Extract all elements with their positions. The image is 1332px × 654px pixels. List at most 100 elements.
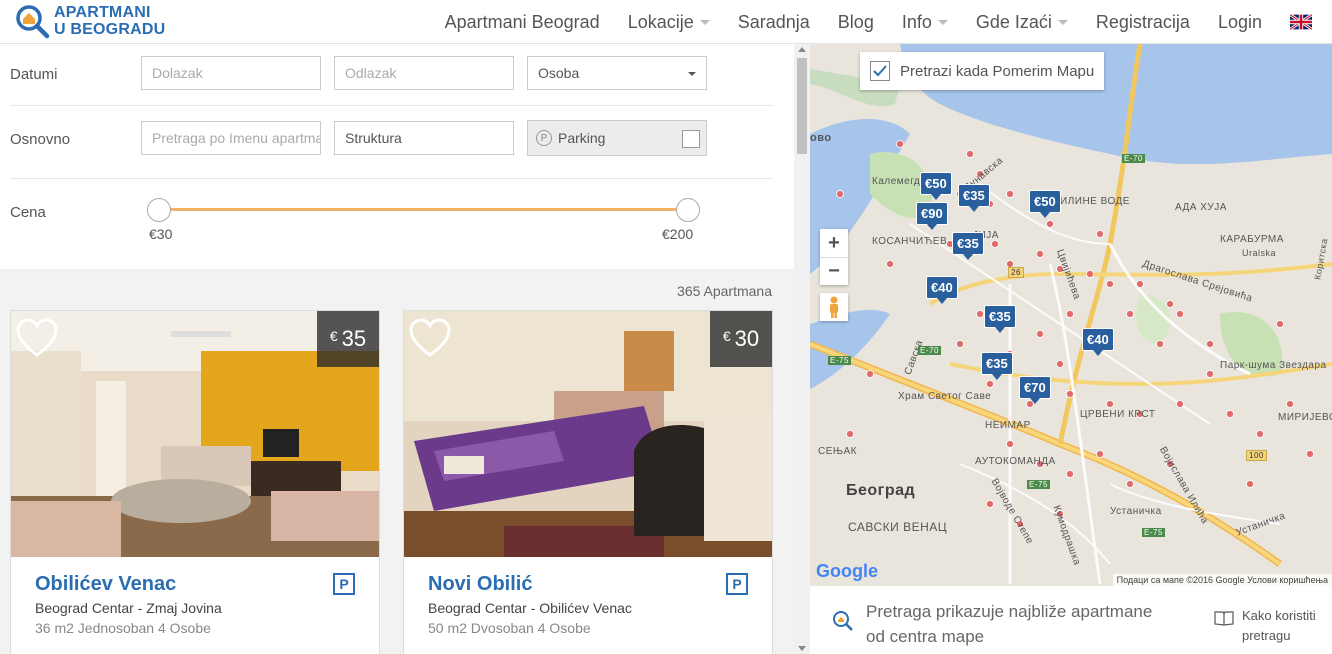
map-price-marker[interactable]: €50 [920,172,952,200]
nav-blog[interactable]: Blog [838,12,874,33]
parking-filter[interactable]: P Parking [527,120,707,156]
apartment-photo[interactable]: € 30 [404,311,772,557]
price-min-value: €30 [149,226,173,242]
price-tag: € 35 [317,311,379,367]
move-search-label: Pretrazi kada Pomerim Mapu [900,62,1095,80]
google-logo-text: Google [816,561,878,581]
nav-info[interactable]: Info [902,12,948,33]
nav-saradnja[interactable]: Saradnja [738,12,810,33]
nav-login[interactable]: Login [1218,12,1262,33]
map-info-bar: Pretraga prikazuje najbliže apartmane od… [810,586,1332,654]
search-location-icon [832,610,854,632]
price-value: 30 [734,326,760,351]
apartment-photo[interactable]: € 35 [11,311,379,557]
map-city-label: Београд [846,482,916,499]
apartment-title[interactable]: Obilićev Venac [35,573,176,596]
guests-select[interactable]: Osoba [527,56,707,90]
price-label: Cena [10,204,46,221]
street-view-pegman-icon[interactable] [820,293,848,321]
road-shield: 100 [1246,450,1267,461]
map-price-marker[interactable]: €35 [984,305,1016,333]
move-search-toggle[interactable]: Pretrazi kada Pomerim Mapu [860,52,1105,90]
site-header: APARTMANI U BEOGRADU Apartmani Beograd L… [0,0,1332,44]
uk-flag-icon[interactable] [1290,14,1312,30]
dates-label: Datumi [10,66,58,83]
departure-date-input[interactable]: Odlazak [334,56,514,90]
scroll-down-arrow-icon[interactable] [798,646,806,651]
scroll-thumb[interactable] [797,58,807,154]
price-currency: € [722,328,731,344]
apartment-card[interactable]: € 35 Obilićev Venac P Beograd Centar - Z… [10,310,380,654]
apartment-title[interactable]: Novi Obilić [428,573,532,596]
map-label: Uralska [1242,248,1277,258]
parking-checkbox[interactable] [682,130,700,148]
highway-shield: E-75 [828,356,851,365]
name-search-input[interactable]: Pretraga po Imenu apartmana [141,121,321,155]
nav-apartmani-beograd[interactable]: Apartmani Beograd [445,12,600,33]
map-price-marker[interactable]: €70 [1019,376,1051,404]
price-slider-max-handle[interactable] [676,198,700,222]
parking-label: Parking [558,130,606,146]
road-shield: 26 [1008,267,1024,278]
nav-label: Lokacije [627,11,694,32]
map-label: Храм Светог Саве [898,391,992,402]
map-zoom-controls: + − [820,229,848,285]
apartment-location: Beograd Centar - Obilićev Venac [428,600,632,616]
main-nav: Apartmani Beograd Lokacije Saradnja Blog… [445,0,1332,44]
nav-lokacije[interactable]: Lokacije [628,12,710,33]
map-view[interactable]: Pretrazi kada Pomerim Mapu + − Калемегд … [810,44,1332,586]
move-search-checkbox[interactable] [870,61,890,81]
map-price-marker[interactable]: €40 [1082,328,1114,356]
search-panel: Datumi Dolazak Odlazak Osoba Osnovno Pre… [0,44,794,654]
favorite-heart-icon[interactable] [408,317,452,361]
map-price-marker[interactable]: €40 [926,276,958,304]
book-icon [1214,610,1234,626]
nav-label: Gde Izaći [975,11,1052,32]
map-price-marker[interactable]: €35 [958,184,990,212]
map-background [810,44,1332,586]
map-price-marker[interactable]: €35 [952,232,984,260]
price-currency: € [329,328,338,344]
logo-magnifier-icon [14,3,50,39]
help-line2: pretragu [1242,628,1291,643]
map-label: ово [810,132,832,144]
basic-label: Osnovno [10,131,71,148]
map-price-marker[interactable]: €90 [916,202,948,230]
highway-shield: E-75 [1142,528,1165,537]
apartment-meta: 36 m2 Jednosoban 4 Osobe [35,620,211,636]
search-help-link[interactable]: Kako koristiti pretragu [1212,606,1332,646]
map-label: АУТОКОМАНДА [975,456,1056,467]
nav-gde-izaci[interactable]: Gde Izaći [976,12,1068,33]
results-scrollbar[interactable] [794,44,810,654]
map-info-text: Pretraga prikazuje najbliže apartmane od… [866,602,1153,646]
parking-badge-icon: P [333,573,355,595]
map-price-marker[interactable]: €50 [1029,190,1061,218]
map-attribution[interactable]: Подаци са мапе ©2016 Google Услови кориш… [1112,574,1332,586]
divider [10,178,773,179]
price-max-value: €200 [662,226,694,242]
price-slider-min-handle[interactable] [147,198,171,222]
arrival-date-input[interactable]: Dolazak [141,56,321,90]
apartment-location: Beograd Centar - Zmaj Jovina [35,600,222,616]
site-logo[interactable]: APARTMANI U BEOGRADU [14,2,165,40]
map-price-marker[interactable]: €35 [981,352,1013,380]
results-count: 365 Apartmana [677,283,772,299]
price-slider-track[interactable] [160,208,688,211]
google-logo[interactable]: Google [816,561,878,582]
nav-label: Info [901,11,932,32]
highway-shield: E-75 [1027,480,1050,489]
caret-down-icon [688,72,696,76]
nav-registracija[interactable]: Registracija [1096,12,1190,33]
map-label: ИЛИНЕ ВОДЕ [1060,196,1130,207]
price-value: 35 [341,326,367,351]
favorite-heart-icon[interactable] [15,317,59,361]
parking-badge-icon: P [726,573,748,595]
structure-select[interactable]: Struktura [334,121,514,155]
zoom-out-button[interactable]: − [820,257,848,285]
zoom-in-button[interactable]: + [820,229,848,257]
apartment-card[interactable]: € 30 Novi Obilić P Beograd Centar - Obil… [403,310,773,654]
scroll-up-arrow-icon[interactable] [798,47,806,52]
map-label: Устаничка [1110,506,1162,517]
map-label: МИРИЈЕВО [1278,412,1332,423]
nav-label: Login [1217,11,1262,32]
